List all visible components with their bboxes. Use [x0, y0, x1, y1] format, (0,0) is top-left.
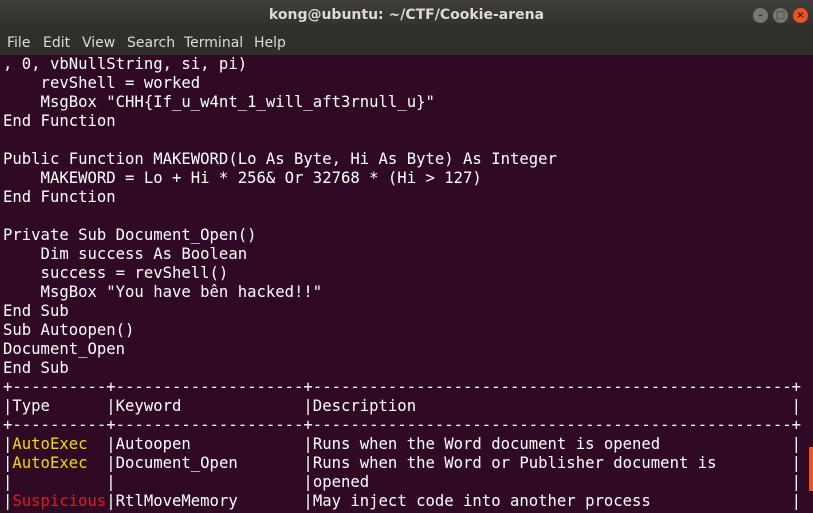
table-row: |Suspicious|RtlMoveMemory |May inject co…	[3, 492, 802, 510]
terminal-line: End Function	[3, 188, 116, 206]
terminal-line: Document_Open	[3, 340, 126, 358]
menu-terminal[interactable]: Terminal	[184, 35, 243, 51]
menu-search[interactable]: Search	[127, 35, 175, 51]
table-row: | | |opened |	[3, 473, 802, 491]
close-button[interactable]: ×	[793, 8, 808, 23]
row-rest: |Document_Open |Runs when the Word or Pu…	[106, 454, 802, 472]
window-titlebar[interactable]: kong@ubuntu: ~/CTF/Cookie-arena – □ ×	[0, 0, 813, 32]
terminal-line: Dim success As Boolean	[3, 245, 248, 263]
terminal-line: revShell = worked	[3, 74, 201, 92]
terminal-line: Public Function MAKEWORD(Lo As Byte, Hi …	[3, 150, 557, 168]
scrollbar-thumb[interactable]	[809, 447, 813, 491]
terminal-line: End Sub	[3, 359, 69, 377]
table-header: |Type |Keyword |Description |	[3, 397, 801, 415]
row-rest: |Autoopen |Runs when the Word document i…	[106, 435, 802, 453]
window-title: kong@ubuntu: ~/CTF/Cookie-arena	[268, 7, 545, 23]
table-row: |AutoExec |Document_Open |Runs when the …	[3, 454, 802, 472]
terminal-line: End Function	[3, 112, 116, 130]
menu-help[interactable]: Help	[254, 35, 286, 51]
terminal-line: MAKEWORD = Lo + Hi * 256& Or 32768 * (Hi…	[3, 169, 482, 187]
type-cell: AutoExec	[12, 435, 88, 453]
maximize-button[interactable]: □	[773, 8, 788, 23]
type-cell: Suspicious	[12, 492, 107, 510]
row-rest: | |opened |	[106, 473, 802, 491]
terminal-line: End Sub	[3, 302, 69, 320]
menu-file[interactable]: File	[7, 35, 30, 51]
terminal-line: MsgBox "You have bên hacked!!"	[3, 283, 323, 301]
menu-edit[interactable]: Edit	[43, 35, 70, 51]
terminal-line: Private Sub Document_Open()	[3, 226, 257, 244]
type-cell: AutoExec	[12, 454, 88, 472]
terminal-line: Sub Autoopen()	[3, 321, 135, 339]
table-border-top: +----------+--------------------+-------…	[3, 378, 801, 396]
menu-view[interactable]: View	[82, 35, 115, 51]
terminal-line: , 0, vbNullString, si, pi)	[3, 55, 248, 73]
table-border-header: +----------+--------------------+-------…	[3, 416, 801, 434]
terminal-line: success = revShell()	[3, 264, 229, 282]
terminal-output[interactable]: , 0, vbNullString, si, pi) revShell = wo…	[0, 55, 813, 513]
minimize-button[interactable]: –	[753, 8, 768, 23]
menu-bar: File Edit View Search Terminal Help	[0, 31, 813, 55]
terminal-line: MsgBox "CHH{If_u_w4nt_1_will_aft3rnull_u…	[3, 93, 435, 111]
row-rest: |RtlMoveMemory |May inject code into ano…	[106, 492, 802, 510]
table-row: |AutoExec |Autoopen |Runs when the Word …	[3, 435, 802, 453]
